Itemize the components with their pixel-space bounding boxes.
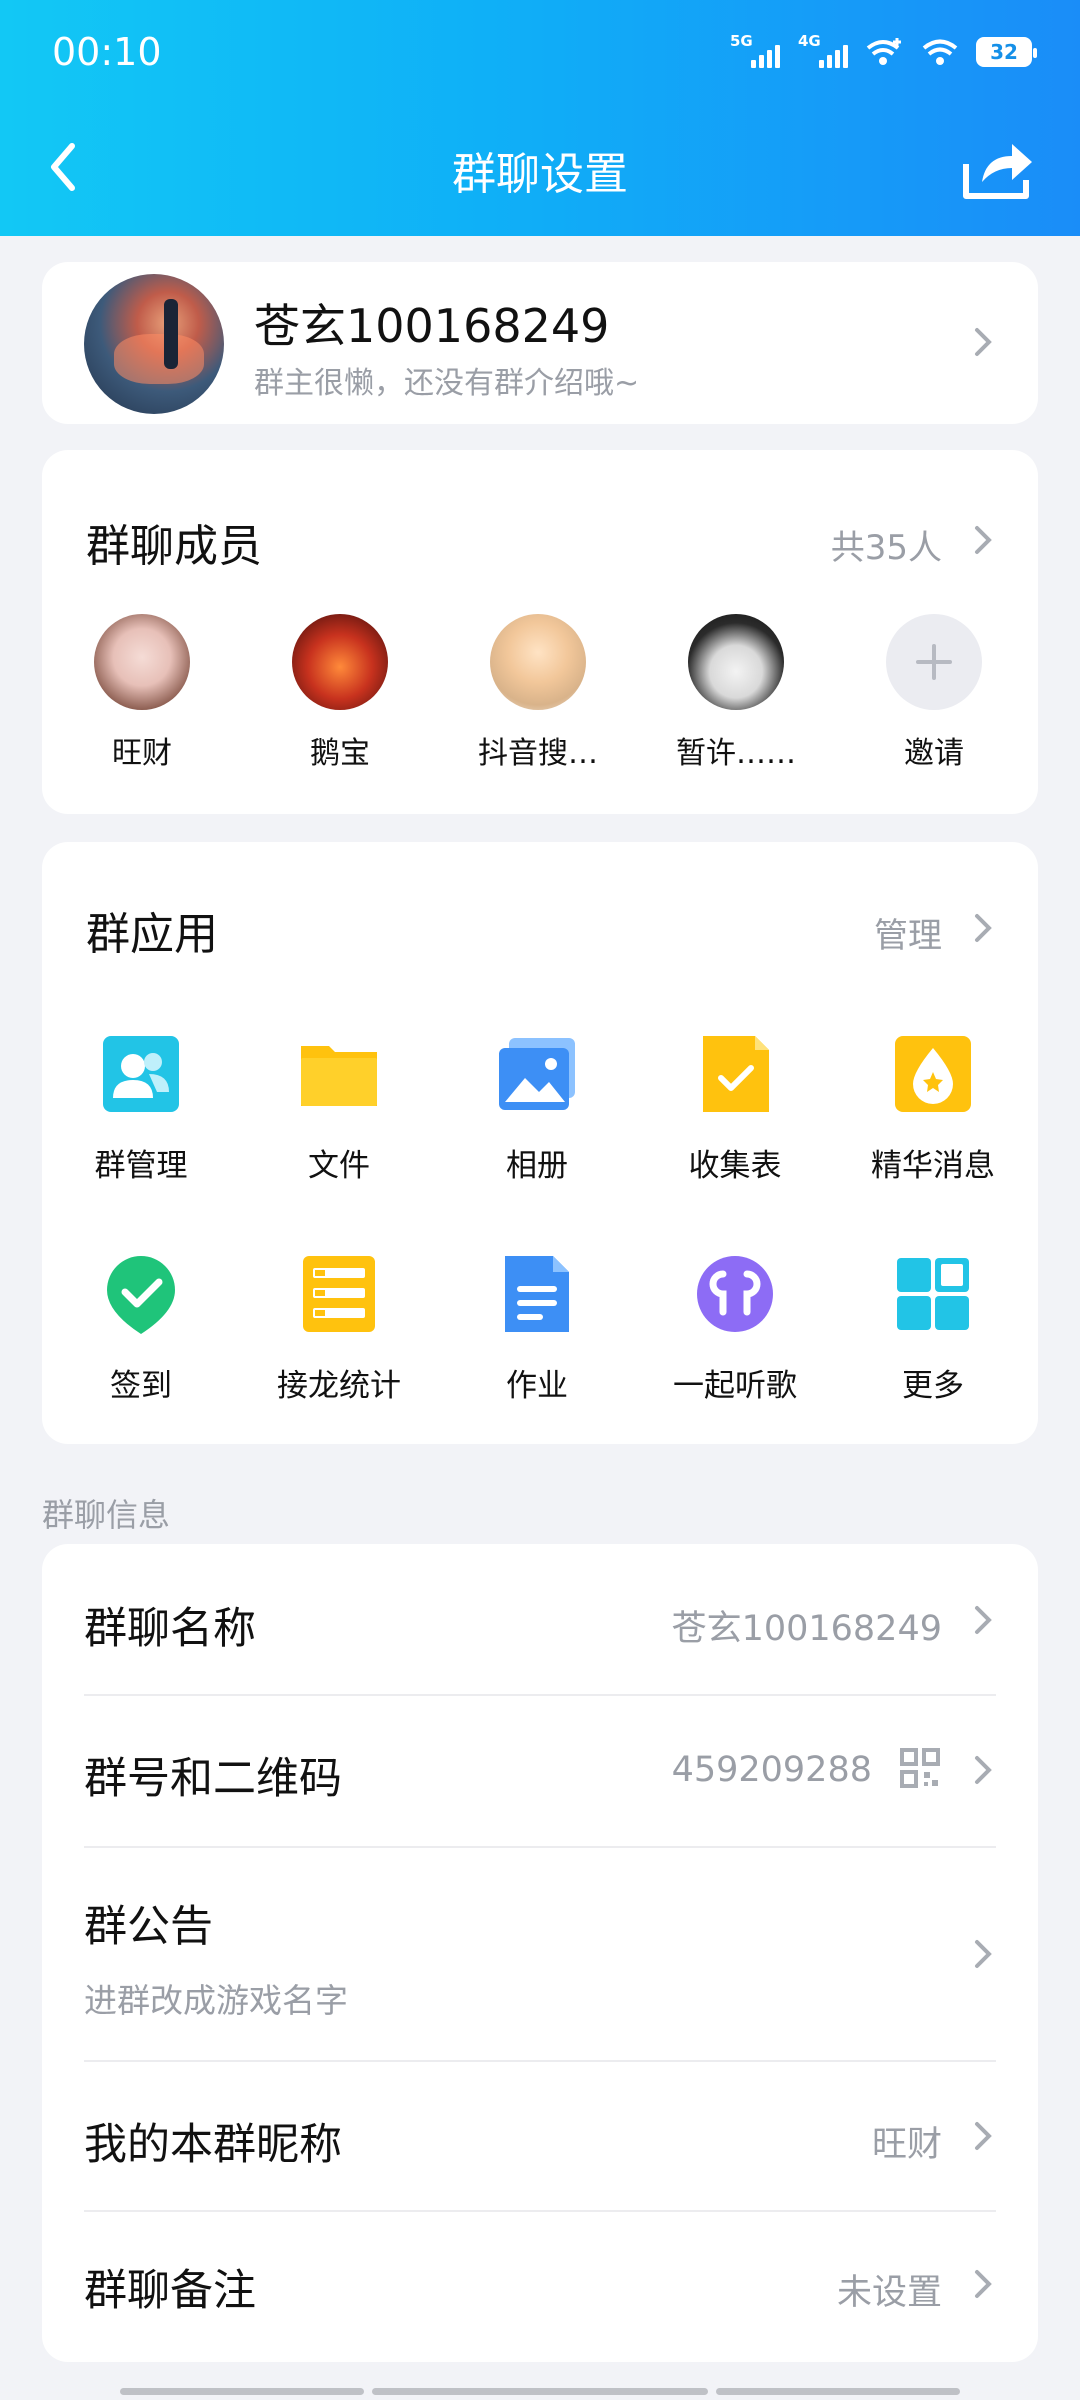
form-icon <box>703 1036 769 1112</box>
signal-5g-icon: 5G <box>730 32 780 70</box>
plus-icon <box>886 614 982 710</box>
app-label: 更多 <box>902 1368 964 1404</box>
app-collection-form[interactable]: 收集表 <box>636 1032 834 1185</box>
app-label: 精华消息 <box>871 1148 995 1184</box>
group-id-qr-row[interactable]: 群号和二维码 459209288 <box>42 1696 1038 1846</box>
app-more[interactable]: 更多 <box>834 1252 1032 1405</box>
member-avatar <box>292 614 388 710</box>
members-card: 群聊成员 共35人 旺财 鹅宝 抖音搜… 暂许…… 邀请 <box>42 450 1038 814</box>
app-essence-messages[interactable]: 精华消息 <box>834 1032 1032 1185</box>
members-title: 群聊成员 <box>86 521 262 572</box>
app-checkin[interactable]: 签到 <box>42 1252 240 1405</box>
app-relay-stats[interactable]: 接龙统计 <box>240 1252 438 1405</box>
app-label: 一起听歌 <box>673 1368 797 1404</box>
chevron-right-icon <box>975 2270 992 2298</box>
group-notice-preview: 进群改成游戏名字 <box>84 1981 348 2020</box>
group-remark-label: 群聊备注 <box>84 2266 256 2316</box>
group-notice-label: 群公告 <box>84 1902 213 1952</box>
member-avatar <box>490 614 586 710</box>
chevron-right-icon[interactable] <box>972 910 996 946</box>
member-avatar <box>94 614 190 710</box>
group-id-label: 群号和二维码 <box>84 1754 342 1804</box>
member-item[interactable]: 鹅宝 <box>250 614 430 772</box>
battery-icon: 32 <box>976 37 1037 67</box>
member-count[interactable]: 共35人 <box>831 520 942 569</box>
more-grid-icon <box>897 1258 969 1330</box>
app-label: 群管理 <box>94 1148 188 1184</box>
group-description: 群主很懒，还没有群介绍哦~ <box>254 366 640 401</box>
my-nickname-value: 旺财 <box>871 2125 942 2165</box>
wifi-plus-icon <box>866 38 901 65</box>
app-label: 作业 <box>506 1368 568 1404</box>
group-settings-list: 群聊名称 苍玄100168249 群号和二维码 459209288 群公告 进群… <box>42 1544 1038 2362</box>
chevron-right-icon <box>975 1940 992 1968</box>
group-name-label: 群聊名称 <box>84 1604 256 1654</box>
homework-icon <box>505 1256 569 1332</box>
group-avatar <box>84 274 224 414</box>
group-name: 苍玄100168249 <box>254 299 610 353</box>
group-notice-row[interactable]: 群公告 进群改成游戏名字 <box>42 1848 1038 2058</box>
chevron-right-icon <box>975 328 992 356</box>
app-listen-together[interactable]: 一起听歌 <box>636 1252 834 1405</box>
my-nickname-row[interactable]: 我的本群昵称 旺财 <box>42 2062 1038 2210</box>
relay-icon <box>303 1256 375 1332</box>
signal-4g-icon: 4G <box>798 32 848 70</box>
group-id-value: 459209288 <box>671 1750 872 1790</box>
group-apps-card: 群应用 管理 群管理 文件 相册 收集表 精华消息 签到 接龙统计 作业 一起听… <box>42 842 1038 1444</box>
bottom-nav-indicator <box>716 2388 960 2395</box>
apps-manage-link[interactable]: 管理 <box>874 908 942 957</box>
qr-code-icon <box>900 1748 940 1788</box>
music-icon <box>697 1256 773 1332</box>
bottom-nav-indicator <box>120 2388 364 2395</box>
my-nickname-label: 我的本群昵称 <box>84 2120 342 2170</box>
chevron-right-icon[interactable] <box>972 522 996 558</box>
group-info-card[interactable]: 苍玄100168249 群主很懒，还没有群介绍哦~ <box>42 262 1038 424</box>
group-manage-icon <box>103 1036 179 1112</box>
chevron-right-icon <box>975 2122 992 2150</box>
app-label: 接龙统计 <box>277 1368 401 1404</box>
app-label: 文件 <box>308 1148 370 1184</box>
member-name: 抖音搜… <box>478 736 598 771</box>
bottom-nav-indicator <box>372 2388 708 2395</box>
app-album[interactable]: 相册 <box>438 1032 636 1185</box>
folder-icon <box>301 1046 377 1106</box>
status-icons: 5G 4G 32 <box>730 30 1037 74</box>
chevron-right-icon <box>975 1756 992 1784</box>
member-name: 鹅宝 <box>310 736 370 771</box>
group-name-row[interactable]: 群聊名称 苍玄100168249 <box>42 1544 1038 1694</box>
group-remark-value: 未设置 <box>836 2273 942 2313</box>
chevron-right-icon <box>975 1606 992 1634</box>
page-title: 群聊设置 <box>452 149 628 200</box>
app-label: 签到 <box>110 1368 172 1404</box>
header-bar: 00:10 5G 4G 32 群聊设置 <box>0 0 1080 236</box>
share-button[interactable] <box>960 134 1036 204</box>
invite-label: 邀请 <box>904 736 964 771</box>
member-item[interactable]: 旺财 <box>52 614 232 772</box>
app-label: 收集表 <box>688 1148 782 1184</box>
member-name: 旺财 <box>112 736 172 771</box>
group-name-value: 苍玄100168249 <box>671 1609 942 1649</box>
essence-icon <box>895 1036 971 1112</box>
checkin-icon <box>107 1256 175 1334</box>
member-name: 暂许…… <box>676 736 796 771</box>
group-info-section-label: 群聊信息 <box>42 1496 171 1534</box>
member-item[interactable]: 暂许…… <box>646 614 826 772</box>
apps-title: 群应用 <box>86 909 218 960</box>
group-remark-row[interactable]: 群聊备注 未设置 <box>42 2212 1038 2362</box>
app-label: 相册 <box>506 1148 568 1184</box>
app-group-manage[interactable]: 群管理 <box>42 1032 240 1185</box>
member-item[interactable]: 抖音搜… <box>448 614 628 772</box>
status-time: 00:10 <box>52 30 162 74</box>
member-avatar <box>688 614 784 710</box>
album-icon <box>499 1038 575 1110</box>
invite-button[interactable]: 邀请 <box>844 614 1024 772</box>
app-files[interactable]: 文件 <box>240 1032 438 1185</box>
wifi-icon <box>922 39 958 65</box>
app-homework[interactable]: 作业 <box>438 1252 636 1405</box>
